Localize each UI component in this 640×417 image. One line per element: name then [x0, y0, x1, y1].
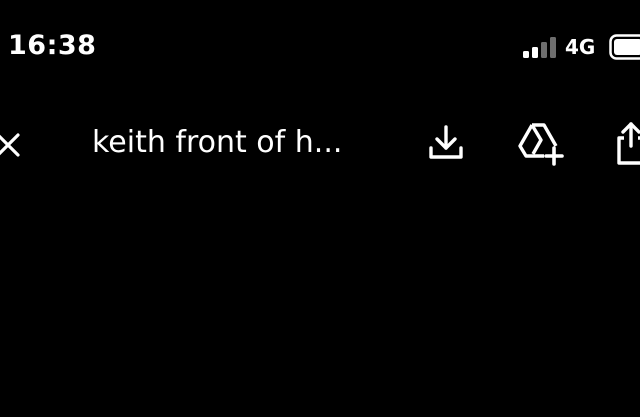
add-to-drive-button[interactable]	[516, 122, 566, 166]
network-type-label: 4G	[565, 35, 596, 59]
document-title: keith front of h...	[92, 125, 343, 160]
battery-icon	[609, 34, 640, 60]
download-button[interactable]	[425, 122, 467, 164]
close-button[interactable]	[0, 123, 22, 169]
cellular-signal-icon	[523, 36, 557, 58]
status-time: 16:38	[8, 30, 97, 61]
add-to-drive-icon	[516, 122, 566, 166]
share-button[interactable]	[614, 120, 640, 166]
share-icon	[614, 120, 640, 166]
preview-content-area	[0, 190, 640, 417]
status-bar: 16:38 4G	[0, 0, 640, 95]
download-icon	[425, 122, 467, 164]
viewer-toolbar: keith front of h...	[0, 105, 640, 185]
close-icon	[0, 123, 22, 169]
